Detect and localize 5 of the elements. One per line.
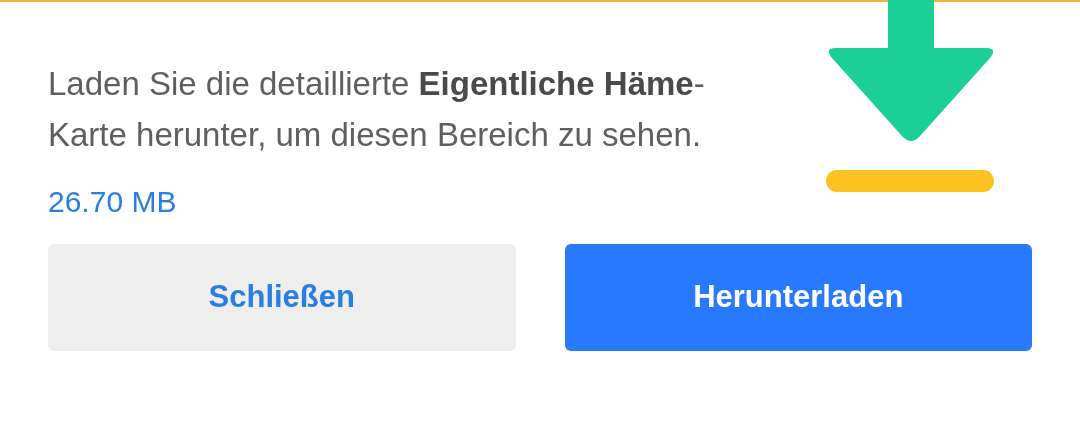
download-icon: [826, 0, 996, 195]
file-size: 26.70 MB: [48, 184, 178, 220]
message-text: Laden Sie die detaillierte Eigentliche Häme-Karte herunter, um diesen Bereich zu sehen.: [48, 64, 706, 155]
close-button[interactable]: Schließen: [48, 244, 516, 351]
download-button[interactable]: Herunterladen: [564, 244, 1032, 351]
